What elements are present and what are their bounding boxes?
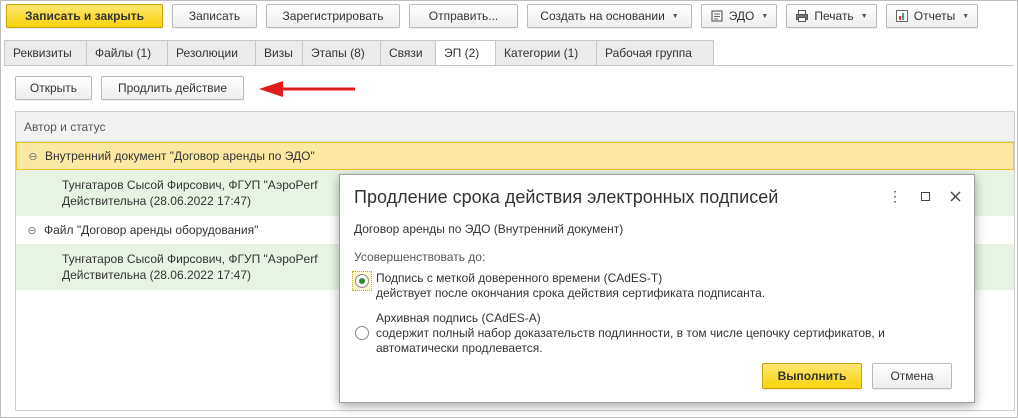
option-cades-t-desc: действует после окончания срока действия… [376,286,766,300]
save-and-close-button[interactable]: Записать и закрыть [6,4,163,28]
tab-workgroup[interactable]: Рабочая группа [596,40,714,66]
save-button[interactable]: Записать [172,4,257,28]
tab-files[interactable]: Файлы (1) [86,40,167,66]
tab-divider [4,65,1014,66]
send-button[interactable]: Отправить... [409,4,518,28]
register-button[interactable]: Зарегистрировать [266,4,400,28]
tab-ep[interactable]: ЭП (2) [435,40,495,66]
report-icon [895,9,909,23]
radio-selected-icon [355,274,369,288]
extend-signatures-dialog: Продление срока действия электронных под… [339,174,975,403]
table-row-group[interactable]: ⊖ Внутренний документ "Договор аренды по… [16,142,1014,170]
print-label: Печать [814,9,854,23]
open-button[interactable]: Открыть [15,76,92,100]
execute-button[interactable]: Выполнить [762,363,862,389]
group-label: Файл "Договор аренды оборудования" [44,223,259,237]
signature-status: Действительна (28.06.2022 17:47) [62,268,252,282]
radio-cades-a[interactable] [352,323,372,343]
dialog-window-controls: ⋮ [888,188,962,204]
signer-name: Тунгатаров Сысой Фирсович, ФГУП "АэроPer… [62,252,318,266]
cancel-button[interactable]: Отмена [872,363,952,389]
chevron-down-icon: ▼ [761,12,769,20]
print-button[interactable]: Печать ▼ [786,4,877,28]
group-label: Внутренний документ "Договор аренды по Э… [45,149,315,163]
radio-unselected-icon [355,326,369,340]
tab-resolutions[interactable]: Резолюции [167,40,255,66]
chevron-down-icon: ▼ [962,12,970,20]
edo-button[interactable]: ЭДО ▼ [701,4,777,28]
chevron-down-icon: ▼ [671,12,679,20]
option-cades-t-title: Подпись с меткой доверенного времени (CA… [376,271,663,285]
option-cades-a-title: Архивная подпись (CAdES-A) [376,311,541,325]
column-header-author-status[interactable]: Автор и статус [16,112,1014,142]
extend-validity-button[interactable]: Продлить действие [101,76,244,100]
dialog-title: Продление срока действия электронных под… [354,187,779,207]
printer-icon [795,9,809,23]
collapse-icon[interactable]: ⊖ [26,224,38,237]
option-cades-a-desc-2: автоматически продлевается. [376,341,543,355]
create-based-on-button[interactable]: Создать на основании ▼ [527,4,692,28]
red-arrow-annotation [259,81,355,97]
signature-status: Действительна (28.06.2022 17:47) [62,194,252,208]
more-vertical-icon[interactable]: ⋮ [888,188,902,204]
chevron-down-icon: ▼ [860,12,868,20]
tab-rekvizity[interactable]: Реквизиты [4,40,86,66]
dialog-buttons: Выполнить Отмена [762,363,952,389]
radio-cades-t[interactable] [352,271,372,291]
reports-label: Отчеты [913,9,956,23]
option-cades-a-desc: содержит полный набор доказательств подл… [376,326,885,340]
edo-label: ЭДО [728,9,755,23]
maximize-icon[interactable] [918,188,932,204]
dialog-document-name: Договор аренды по ЭДО (Внутренний докуме… [354,222,624,236]
document-window: Записать и закрыть Записать Зарегистриро… [0,0,1018,418]
reports-button[interactable]: Отчеты ▼ [886,4,978,28]
upgrade-to-label: Усовершенствовать до: [354,250,486,264]
signer-name: Тунгатаров Сысой Фирсович, ФГУП "АэроPer… [62,178,318,192]
toolbar: Записать и закрыть Записать Зарегистриро… [6,4,978,30]
create-based-on-label: Создать на основании [540,9,665,23]
close-icon[interactable] [948,188,962,204]
collapse-icon[interactable]: ⊖ [27,150,39,163]
option-cades-a[interactable]: Архивная подпись (CAdES-A) содержит полн… [352,311,885,356]
tab-bar: Реквизиты Файлы (1) Резолюции Визы Этапы… [4,40,714,66]
option-cades-t[interactable]: Подпись с меткой доверенного времени (CA… [352,271,765,301]
tab-stages[interactable]: Этапы (8) [302,40,380,66]
edo-icon [710,9,724,23]
tab-links[interactable]: Связи [380,40,435,66]
tab-visas[interactable]: Визы [255,40,302,66]
tab-categories[interactable]: Категории (1) [495,40,596,66]
